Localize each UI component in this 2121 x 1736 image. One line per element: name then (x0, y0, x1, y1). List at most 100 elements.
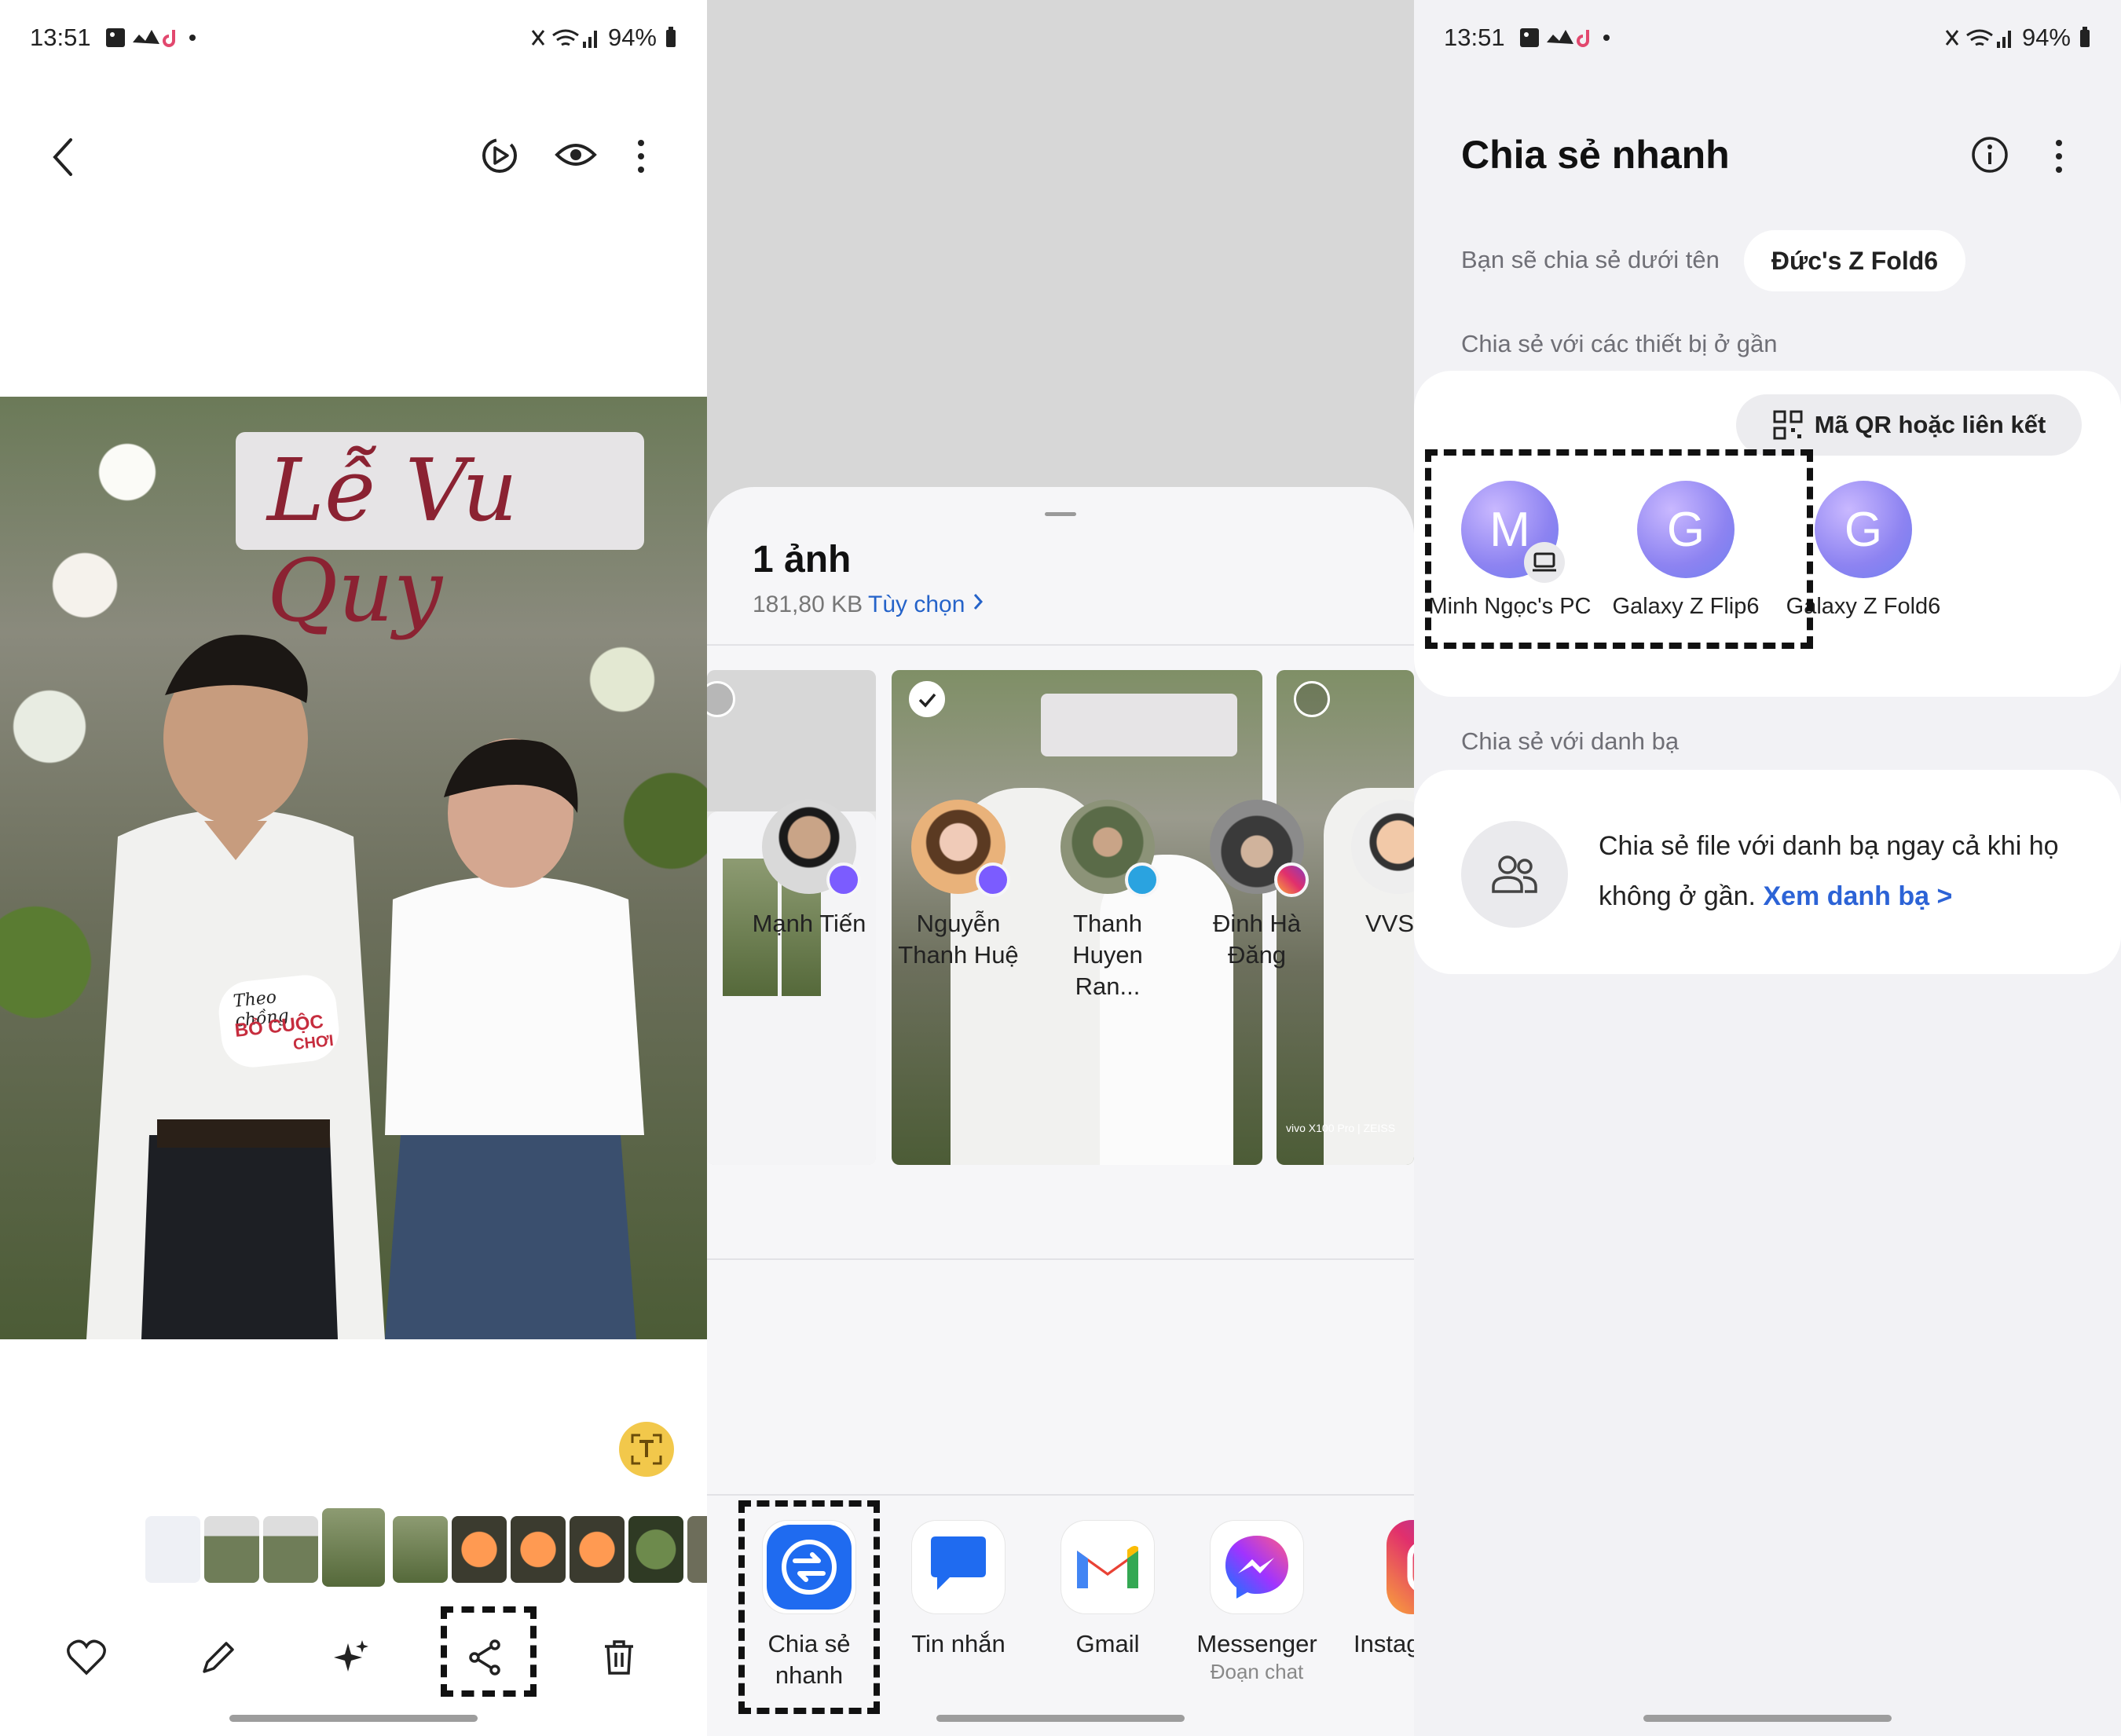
select-checkbox[interactable] (1294, 681, 1330, 717)
status-time: 13:51 (30, 24, 91, 51)
sheet-handle[interactable] (1045, 512, 1076, 516)
info-icon[interactable] (1970, 135, 2009, 174)
chevron-right-icon (973, 594, 983, 610)
contact-item[interactable]: Thanh Huyen Ran... (1037, 800, 1178, 1002)
contact-item[interactable]: VVS Đă (1335, 800, 1414, 939)
share-sheet-panel: 1 ảnh 181,80 KB Tùy chọn vivo X100 Pro |… (707, 0, 1414, 1736)
contact-item[interactable]: Mạnh Tiến (738, 800, 880, 939)
messenger-badge-icon (826, 863, 861, 897)
signal-icons (1945, 29, 2011, 48)
app-sublabel: Đoạn chat (1210, 1660, 1304, 1683)
thumbnail-strip[interactable] (145, 1508, 707, 1587)
text-scan-icon (631, 1434, 662, 1465)
thumbnail-current[interactable] (322, 1508, 385, 1587)
contact-name: Đinh Hà Đăng (1213, 910, 1301, 969)
avatar (1060, 800, 1159, 897)
app-label: Messenger (1196, 1630, 1317, 1657)
chat-bubble-icon (931, 1536, 986, 1590)
qr-link-label: Mã QR hoặc liên kết (1814, 411, 2046, 438)
nav-handle (229, 1715, 478, 1722)
signal-icons (531, 29, 597, 48)
options-link[interactable]: Tùy chọn (868, 591, 984, 618)
nearby-label: Chia sẻ với các thiết bị ở gần (1461, 330, 1778, 357)
thumbnail[interactable] (145, 1516, 200, 1583)
device-initial: G (1844, 502, 1883, 557)
messages-app[interactable]: Tin nhắn (884, 1520, 1033, 1660)
devices-highlight (1425, 449, 1813, 649)
heart-icon (67, 1639, 106, 1676)
placard: Theo chồng BỎ CUỘC CHƠI (215, 972, 343, 1071)
thumbnail[interactable] (628, 1516, 683, 1583)
contact-name: VVS Đă (1365, 910, 1414, 937)
telegram-badge-icon (1125, 863, 1159, 897)
contact-item[interactable]: Nguyễn Thanh Huệ (888, 800, 1029, 971)
instagram-app[interactable]: Instag (1332, 1520, 1414, 1660)
eye-icon[interactable] (554, 137, 598, 172)
thumbnail[interactable] (511, 1516, 566, 1583)
divider (707, 1258, 1414, 1260)
thumbnail[interactable] (687, 1516, 707, 1583)
status-bar: 13:51 94% (1444, 24, 2091, 63)
instagram-logo-icon (1407, 1544, 1414, 1591)
thumbnail[interactable] (452, 1516, 507, 1583)
contact-name: Thanh Huyen Ran... (1072, 910, 1143, 1000)
text-extract-button[interactable] (619, 1422, 674, 1477)
more-icon[interactable] (635, 137, 647, 177)
more-icon[interactable] (2053, 137, 2065, 177)
thumbnail[interactable] (263, 1516, 318, 1583)
people-icon (1492, 855, 1537, 893)
instagram-badge-icon (1274, 863, 1309, 897)
status-bar: 13:51 94% (30, 24, 677, 63)
options-label: Tùy chọn (868, 591, 965, 617)
nav-handle (936, 1715, 1185, 1722)
thumbnail[interactable] (204, 1516, 259, 1583)
avatar (1210, 800, 1309, 897)
contacts-label: Chia sẻ với danh bạ (1461, 727, 1680, 755)
status-time: 13:51 (1444, 24, 1505, 51)
contacts-avatar (1461, 821, 1568, 928)
delete-button[interactable] (592, 1630, 647, 1685)
photo-sign: Lễ Vu Quy (236, 432, 644, 641)
notification-icons (1520, 28, 1610, 47)
select-checkbox-checked[interactable] (909, 681, 945, 717)
divider (707, 1494, 1414, 1496)
status-right: 94% (1943, 24, 2091, 52)
favorite-button[interactable] (59, 1630, 114, 1685)
avatar (1351, 800, 1414, 894)
avatar (911, 800, 1010, 897)
remaster-icon[interactable] (478, 134, 522, 178)
gallery-panel: 13:51 94% Lễ Vu Quy Theo chồng BỎ CUỘC C… (0, 0, 707, 1736)
view-contacts-link[interactable]: Xem danh bạ > (1763, 881, 1952, 911)
back-icon[interactable] (47, 134, 79, 181)
page-title: Chia sẻ nhanh (1461, 133, 1730, 177)
pencil-icon (203, 1642, 234, 1673)
contacts-description: Chia sẻ file với danh bạ ngay cả khi họ … (1599, 821, 2086, 921)
gmail-icon (1060, 1520, 1155, 1614)
battery-text: 94% (607, 24, 657, 51)
app-label: Instag (1354, 1630, 1414, 1657)
qr-link-button[interactable]: Mã QR hoặc liên kết (1736, 394, 2082, 456)
battery-text: 94% (2021, 24, 2071, 51)
edit-button[interactable] (191, 1630, 246, 1685)
woman-figure (385, 738, 644, 1339)
thumbnail[interactable] (570, 1516, 625, 1583)
gmail-logo-icon (1077, 1546, 1138, 1588)
messenger-app[interactable]: Messenger Đoạn chat (1182, 1520, 1332, 1683)
photo-toolbar (0, 1630, 707, 1693)
sparkle-icon (334, 1640, 368, 1672)
thumbnail[interactable] (393, 1516, 448, 1583)
messenger-badge-icon (976, 863, 1010, 897)
ai-edit-button[interactable] (324, 1630, 379, 1685)
battery-icon (666, 27, 676, 47)
contact-name: Nguyễn Thanh Huệ (898, 910, 1019, 969)
status-right: 94% (529, 24, 677, 52)
messages-icon (911, 1520, 1006, 1614)
device-avatar: G (1815, 481, 1912, 578)
main-photo[interactable]: Lễ Vu Quy Theo chồng BỎ CUỘC CHƠI (0, 397, 707, 1339)
contact-item[interactable]: Đinh Hà Đăng (1186, 800, 1328, 971)
gmail-app[interactable]: Gmail (1033, 1520, 1182, 1660)
divider (707, 644, 1414, 646)
app-label: Gmail (1075, 1630, 1140, 1657)
placard-line3: CHƠI (292, 1031, 335, 1054)
device-name-pill[interactable]: Đức's Z Fold6 (1744, 230, 1965, 291)
